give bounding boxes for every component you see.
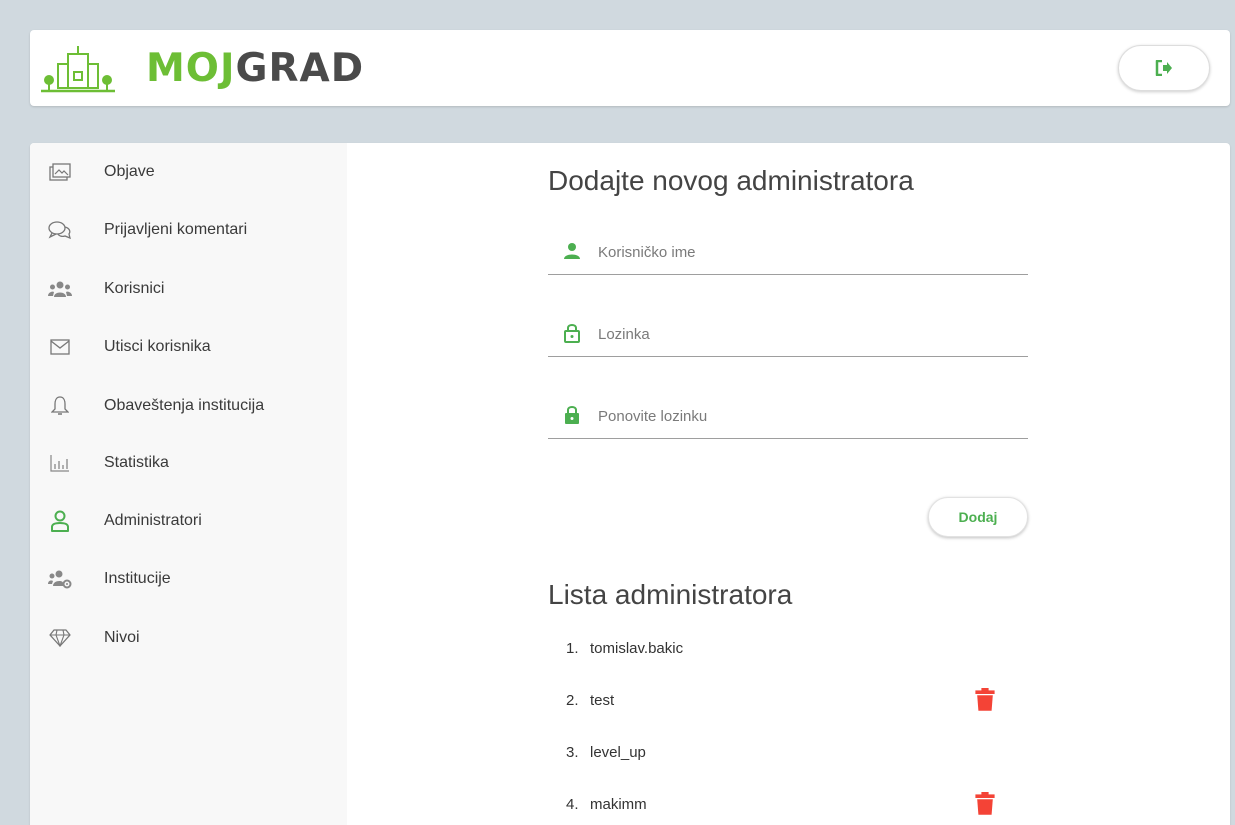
city-logo-icon <box>41 46 115 93</box>
users-icon <box>48 279 72 299</box>
images-icon <box>48 162 72 182</box>
sidebar-item-statistika[interactable]: Statistika <box>30 443 347 483</box>
password-input[interactable] <box>598 321 1018 347</box>
list-item-number: 3. <box>566 744 579 761</box>
sidebar-item-label: Prijavljeni komentari <box>104 221 248 238</box>
user-icon <box>564 243 580 259</box>
list-item-name: test <box>590 692 615 709</box>
list-item: 3. level_up <box>566 738 1006 768</box>
lock-open-icon <box>564 324 580 343</box>
list-item-name: makimm <box>590 796 647 813</box>
logo-text: MOJGRAD <box>146 46 364 91</box>
sidebar-item-label: Statistika <box>104 454 169 471</box>
list-item-number: 2. <box>566 692 579 709</box>
logo-text-moj: MOJ <box>146 45 236 91</box>
sidebar-item-utisci-korisnika[interactable]: Utisci korisnika <box>30 327 347 367</box>
list-item-name: level_up <box>590 744 646 761</box>
bar-chart-icon <box>48 453 72 473</box>
sidebar-item-korisnici[interactable]: Korisnici <box>30 269 347 309</box>
list-item: 2. test <box>566 686 1006 716</box>
sidebar-item-prijavljeni-komentari[interactable]: Prijavljeni komentari <box>30 210 347 250</box>
sidebar-item-label: Administratori <box>104 512 202 529</box>
sidebar: Objave Prijavljeni komentari Korisnici U… <box>30 143 347 825</box>
list-item-number: 1. <box>566 640 579 657</box>
sidebar-item-nivoi[interactable]: Nivoi <box>30 618 347 658</box>
sign-out-icon <box>1155 60 1172 76</box>
password-field[interactable] <box>548 317 1028 357</box>
confirm-password-field[interactable] <box>548 399 1028 439</box>
sidebar-item-label: Utisci korisnika <box>104 338 211 355</box>
sidebar-item-label: Objave <box>104 163 155 180</box>
comments-icon <box>48 220 72 240</box>
sidebar-item-objave[interactable]: Objave <box>30 152 347 192</box>
app-header: MOJGRAD <box>30 30 1230 106</box>
confirm-password-input[interactable] <box>598 403 1018 429</box>
sidebar-item-obavestenja-institucija[interactable]: Obaveštenja institucija <box>30 386 347 426</box>
username-input[interactable] <box>598 239 1018 265</box>
trash-icon[interactable] <box>974 792 996 816</box>
form-title: Dodajte novog administratora <box>548 165 914 196</box>
content-panel: Objave Prijavljeni komentari Korisnici U… <box>30 143 1230 825</box>
sidebar-item-administratori[interactable]: Administratori <box>30 501 347 541</box>
sidebar-item-institucije[interactable]: Institucije <box>30 559 347 599</box>
sidebar-item-label: Korisnici <box>104 280 165 297</box>
bell-icon <box>48 396 72 416</box>
username-field[interactable] <box>548 235 1028 275</box>
trash-icon[interactable] <box>974 688 996 712</box>
add-admin-button[interactable]: Dodaj <box>928 497 1028 537</box>
sidebar-item-label: Nivoi <box>104 629 140 646</box>
gem-icon <box>48 628 72 648</box>
list-item-name: tomislav.bakic <box>590 640 684 657</box>
list-item-number: 4. <box>566 796 579 813</box>
logo-text-grad: GRAD <box>235 45 365 91</box>
lock-icon <box>565 406 579 424</box>
list-item: 4. makimm <box>566 790 1006 820</box>
admin-list-title: Lista administratora <box>548 579 793 610</box>
sidebar-item-label: Institucije <box>104 570 171 587</box>
envelope-icon <box>48 337 72 357</box>
users-cog-icon <box>48 569 72 589</box>
logo[interactable]: MOJGRAD <box>40 42 364 94</box>
list-item: 1. tomislav.bakic <box>566 634 1006 664</box>
user-icon <box>48 510 72 532</box>
logout-button[interactable] <box>1118 45 1210 91</box>
sidebar-item-label: Obaveštenja institucija <box>104 397 265 414</box>
